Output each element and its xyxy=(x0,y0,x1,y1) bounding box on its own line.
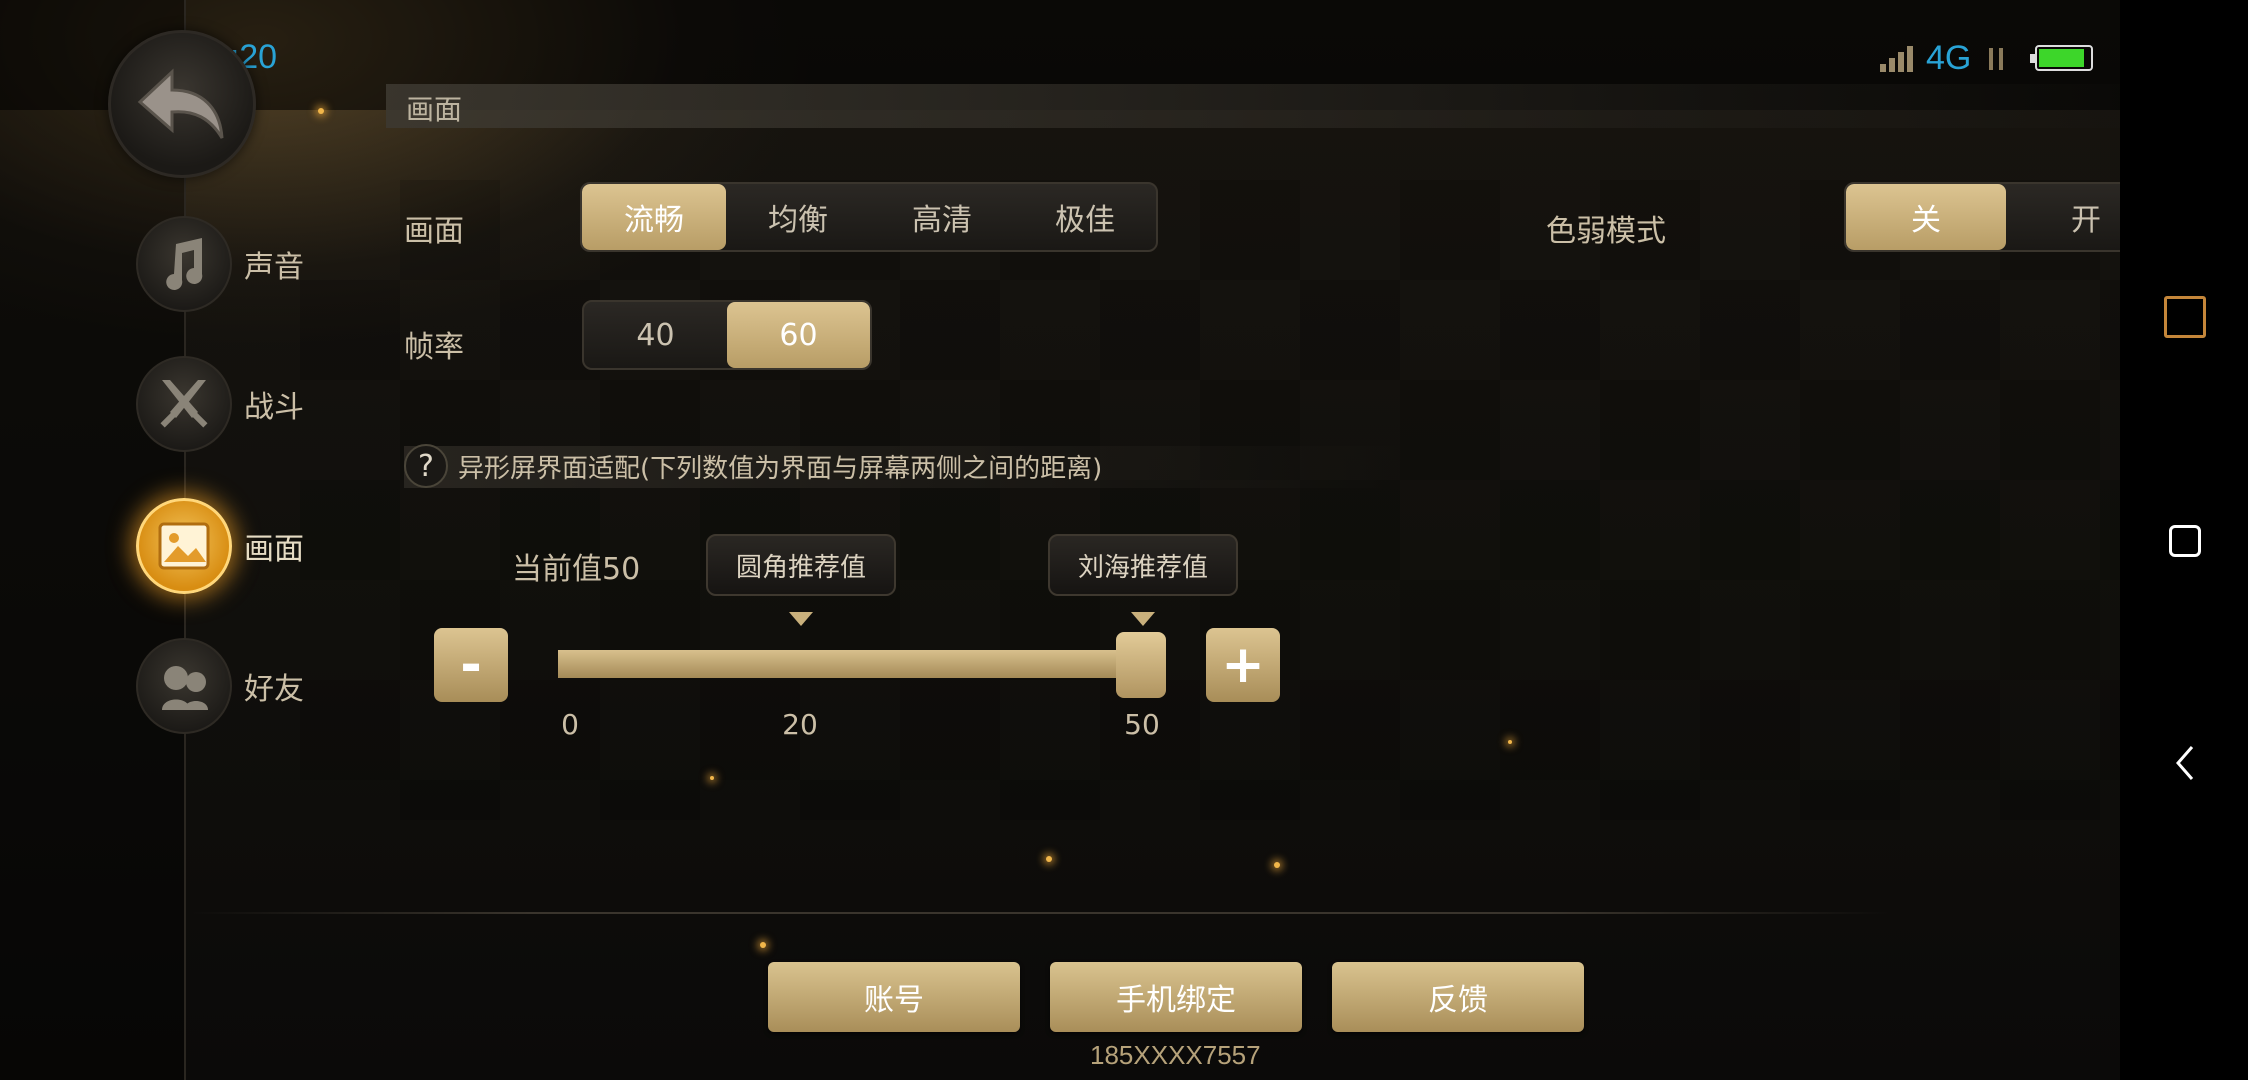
feedback-button[interactable]: 反馈 xyxy=(1332,962,1584,1032)
notch-slider-fill xyxy=(558,650,1124,678)
graphics-option-hd[interactable]: 高清 xyxy=(870,184,1014,250)
graphics-quality-selector: 流畅 均衡 高清 极佳 xyxy=(580,182,1158,252)
picture-icon xyxy=(136,498,232,594)
account-button[interactable]: 账号 xyxy=(768,962,1020,1032)
tick-label-0: 0 xyxy=(561,708,579,741)
notch-hint-text: 异形屏界面适配(下列数值为界面与屏幕两侧之间的距离) xyxy=(458,453,1103,484)
music-note-icon xyxy=(136,216,232,312)
section-title: 画面 xyxy=(406,93,463,126)
tick-label-20: 20 xyxy=(782,708,818,741)
current-value-label: 当前值50 xyxy=(512,552,641,587)
battery-icon xyxy=(2030,45,2094,71)
sparkle-decoration xyxy=(710,776,714,780)
sparkle-decoration xyxy=(1508,740,1512,744)
recent-apps-button[interactable] xyxy=(2150,282,2220,352)
increase-button[interactable]: + xyxy=(1206,628,1280,702)
home-button[interactable] xyxy=(2150,506,2220,576)
graphics-option-ultra[interactable]: 极佳 xyxy=(1014,184,1156,250)
nav-label-graphics: 画面 xyxy=(244,532,304,567)
framerate-option-60[interactable]: 60 xyxy=(727,302,870,368)
colorblind-off-option[interactable]: 关 xyxy=(1846,184,2006,250)
framerate-selector: 40 60 xyxy=(582,300,872,370)
colorblind-mode-label: 色弱模式 xyxy=(1546,214,1666,249)
round-corner-pointer-icon xyxy=(789,612,813,626)
status-indicators: 4G xyxy=(1880,38,2094,77)
notch-slider-thumb[interactable] xyxy=(1116,632,1166,698)
square-outline-icon xyxy=(2164,296,2206,338)
network-type: 4G xyxy=(1926,38,1972,77)
nav-label-friends: 好友 xyxy=(244,672,304,707)
nav-item-friends[interactable]: 好友 xyxy=(136,638,304,734)
sparkle-decoration xyxy=(1274,862,1280,868)
graphics-option-balanced[interactable]: 均衡 xyxy=(726,184,870,250)
decrease-button[interactable]: - xyxy=(434,628,508,702)
nav-item-battle[interactable]: 战斗 xyxy=(136,356,304,452)
friends-icon xyxy=(136,638,232,734)
framerate-label: 帧率 xyxy=(404,330,464,365)
signal-icon xyxy=(1880,44,1916,72)
sparkle-decoration xyxy=(318,108,324,114)
nav-item-graphics[interactable]: 画面 xyxy=(136,498,304,594)
framerate-option-40[interactable]: 40 xyxy=(584,302,727,368)
crossed-swords-icon xyxy=(136,356,232,452)
graphics-option-smooth[interactable]: 流畅 xyxy=(582,184,726,250)
nav-label-battle: 战斗 xyxy=(244,390,304,425)
tick-label-50: 50 xyxy=(1124,708,1160,741)
bottom-divider xyxy=(190,912,1890,914)
back-nav-button[interactable] xyxy=(2150,728,2220,798)
phone-bind-button[interactable]: 手机绑定 xyxy=(1050,962,1302,1032)
data-arrows-icon xyxy=(1981,44,2011,72)
nav-item-sound[interactable]: 声音 xyxy=(136,216,304,312)
notch-hint: ? 异形屏界面适配(下列数值为界面与屏幕两侧之间的距离) xyxy=(404,444,1102,488)
sparkle-decoration xyxy=(1046,856,1052,862)
help-icon[interactable]: ? xyxy=(404,444,448,488)
home-square-icon xyxy=(2169,525,2201,557)
round-corner-preset-button[interactable]: 圆角推荐值 xyxy=(706,534,896,596)
nav-label-sound: 声音 xyxy=(244,250,304,285)
back-button[interactable] xyxy=(108,30,256,178)
phone-number: 185XXXX7557 xyxy=(1090,1040,1261,1070)
back-arrow-icon xyxy=(137,68,224,139)
notch-pointer-icon xyxy=(1131,612,1155,626)
graphics-quality-label: 画面 xyxy=(404,214,464,249)
notch-preset-button[interactable]: 刘海推荐值 xyxy=(1048,534,1238,596)
chevron-left-icon xyxy=(2176,746,2194,780)
section-header: 画面 xyxy=(386,84,2186,128)
sparkle-decoration xyxy=(760,942,766,948)
